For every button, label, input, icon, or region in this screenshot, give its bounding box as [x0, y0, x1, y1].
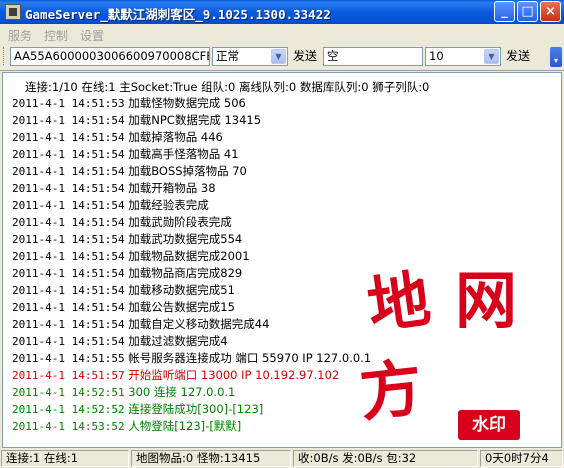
log-line: 2011-4-1 14:51:54 加载经验表完成: [12, 197, 209, 213]
toolbar-overflow-icon[interactable]: ▾: [550, 47, 562, 67]
log-timestamp: 2011-4-1 14:51:54: [12, 267, 125, 280]
log-line: 2011-4-1 14:52:52 连接登陆成功[300]-[123]: [12, 401, 263, 417]
log-line: 2011-4-1 14:52:51 300 连接 127.0.0.1: [12, 384, 235, 400]
status-map-stats: 地图物品:0 怪物:13415: [131, 450, 291, 467]
chevron-down-icon[interactable]: ▼: [484, 49, 499, 64]
log-message: 加载高手怪落物品 41: [128, 147, 239, 161]
status-uptime: 0天0时7分4: [480, 450, 563, 467]
log-line: 2011-4-1 14:51:54 加载武勋阶段表完成: [12, 214, 232, 230]
log-timestamp: 2011-4-1 14:52:51: [12, 386, 125, 399]
log-timestamp: 2011-4-1 14:51:54: [12, 114, 125, 127]
log-timestamp: 2011-4-1 14:51:54: [12, 216, 125, 229]
log-message: 加载NPC数据完成 13415: [128, 113, 262, 127]
minimize-button[interactable]: _: [494, 1, 515, 22]
log-message: 加载BOSS掉落物品 70: [128, 164, 247, 178]
log-message: 加载武勋阶段表完成: [128, 215, 232, 229]
log-message: 加载过滤数据完成4: [128, 334, 228, 348]
log-line: 2011-4-1 14:51:54 加载高手怪落物品 41: [12, 146, 239, 162]
log-timestamp: 2011-4-1 14:52:52: [12, 403, 125, 416]
log-message: 加载经验表完成: [128, 198, 209, 212]
toolbar-grip[interactable]: [3, 47, 7, 65]
watermark: 地 网 方 水印: [356, 262, 560, 452]
log-message: 加载物品商店完成829: [128, 266, 243, 280]
log-line: 2011-4-1 14:51:54 加载武功数据完成554: [12, 231, 242, 247]
watermark-char-3: 方: [356, 350, 426, 431]
log-message: 加载掉落物品 446: [128, 130, 223, 144]
log-line: 2011-4-1 14:51:54 加载物品数据完成2001: [12, 248, 250, 264]
log-timestamp: 2011-4-1 14:51:55: [12, 352, 125, 365]
watermark-char-2: 网: [455, 264, 518, 337]
log-message: 开始监听端口 13000 IP 10.192.97.102: [128, 368, 340, 382]
log-timestamp: 2011-4-1 14:51:54: [12, 182, 125, 195]
log-message: 加载武功数据完成554: [128, 232, 243, 246]
log-line: 2011-4-1 14:51:54 加载NPC数据完成 13415: [12, 112, 261, 128]
connection-status-line: 连接:1/10 在线:1 主Socket:True 组队:0 离线队列:0 数据…: [25, 80, 430, 94]
log-timestamp: 2011-4-1 14:51:54: [12, 233, 125, 246]
log-line: 2011-4-1 14:51:55 帐号服务器连接成功 端口 55970 IP …: [12, 350, 371, 366]
log-message: 加载公告数据完成15: [128, 300, 235, 314]
log-message: 加载物品数据完成2001: [128, 249, 250, 263]
log-line: 2011-4-1 14:51:54 加载自定义移动数据完成44: [12, 316, 269, 332]
watermark-char-1: 地: [363, 262, 435, 343]
app-icon[interactable]: [5, 4, 21, 20]
log-message: 人物登陆[123]-[默默]: [128, 419, 242, 433]
close-button[interactable]: ×: [540, 1, 561, 22]
log-line: 2011-4-1 14:51:54 加载移动数据完成51: [12, 282, 235, 298]
count-select[interactable]: 10 ▼: [425, 47, 501, 66]
log-message: 连接登陆成功[300]-[123]: [128, 402, 264, 416]
log-timestamp: 2011-4-1 14:51:54: [12, 301, 125, 314]
log-timestamp: 2011-4-1 14:51:54: [12, 131, 125, 144]
mode-select[interactable]: 正常 ▼: [212, 47, 288, 66]
log-timestamp: 2011-4-1 14:51:53: [12, 97, 125, 110]
status-connections: 连接:1 在线:1: [1, 450, 129, 467]
window-title: GameServer_默默江湖刺客区_9.1025.1300.33422: [25, 7, 331, 22]
chevron-down-icon[interactable]: ▼: [271, 49, 286, 64]
log-message: 加载怪物数据完成 506: [128, 96, 246, 110]
maximize-button[interactable]: □: [517, 1, 538, 22]
log-message: 加载移动数据完成51: [128, 283, 235, 297]
menu-control[interactable]: 控制: [44, 27, 68, 44]
log-line: 2011-4-1 14:51:54 加载公告数据完成15: [12, 299, 235, 315]
log-timestamp: 2011-4-1 14:51:54: [12, 165, 125, 178]
log-timestamp: 2011-4-1 14:51:54: [12, 335, 125, 348]
log-timestamp: 2011-4-1 14:51:54: [12, 148, 125, 161]
send-button-2[interactable]: 发送: [506, 47, 530, 66]
log-line: 2011-4-1 14:51:57 开始监听端口 13000 IP 10.192…: [12, 367, 339, 383]
log-line: 2011-4-1 14:51:54 加载掉落物品 446: [12, 129, 223, 145]
log-timestamp: 2011-4-1 14:51:54: [12, 250, 125, 263]
log-message: 加载开箱物品 38: [128, 181, 216, 195]
log-timestamp: 2011-4-1 14:51:54: [12, 199, 125, 212]
send-button[interactable]: 发送: [293, 47, 317, 66]
mode-select-value: 正常: [216, 49, 239, 63]
toolbar: AA55A6000003006600970008CFB5CDB3C 正常 ▼ 发…: [0, 44, 564, 71]
title-bar[interactable]: GameServer_默默江湖刺客区_9.1025.1300.33422 _ □…: [0, 0, 564, 24]
menu-service[interactable]: 服务: [8, 27, 32, 44]
log-line: 2011-4-1 14:51:54 加载过滤数据完成4: [12, 333, 228, 349]
menu-bar: 服务 控制 设置: [0, 24, 564, 44]
log-message: 300 连接 127.0.0.1: [128, 385, 236, 399]
log-line: 2011-4-1 14:51:54 加载物品商店完成829: [12, 265, 242, 281]
log-line: 2011-4-1 14:53:52 人物登陆[123]-[默默]: [12, 418, 241, 434]
log-message: 帐号服务器连接成功 端口 55970 IP 127.0.0.1: [128, 351, 372, 365]
log-message: 加载自定义移动数据完成44: [128, 317, 270, 331]
log-timestamp: 2011-4-1 14:53:52: [12, 420, 125, 433]
log-line: 2011-4-1 14:51:53 加载怪物数据完成 506: [12, 95, 246, 111]
status-traffic: 收:0B/s 发:0B/s 包:32: [293, 450, 478, 467]
watermark-badge: 水印: [458, 410, 520, 440]
log-timestamp: 2011-4-1 14:51:54: [12, 318, 125, 331]
status-bar: 连接:1 在线:1 地图物品:0 怪物:13415 收:0B/s 发:0B/s …: [0, 449, 564, 468]
text-input[interactable]: 空: [323, 47, 423, 66]
menu-settings[interactable]: 设置: [80, 27, 104, 44]
count-select-value: 10: [429, 49, 444, 63]
log-timestamp: 2011-4-1 14:51:57: [12, 369, 125, 382]
log-line: 2011-4-1 14:51:54 加载开箱物品 38: [12, 180, 216, 196]
log-line: 2011-4-1 14:51:54 加载BOSS掉落物品 70: [12, 163, 247, 179]
packet-input[interactable]: AA55A6000003006600970008CFB5CDB3C: [10, 47, 210, 66]
log-timestamp: 2011-4-1 14:51:54: [12, 284, 125, 297]
